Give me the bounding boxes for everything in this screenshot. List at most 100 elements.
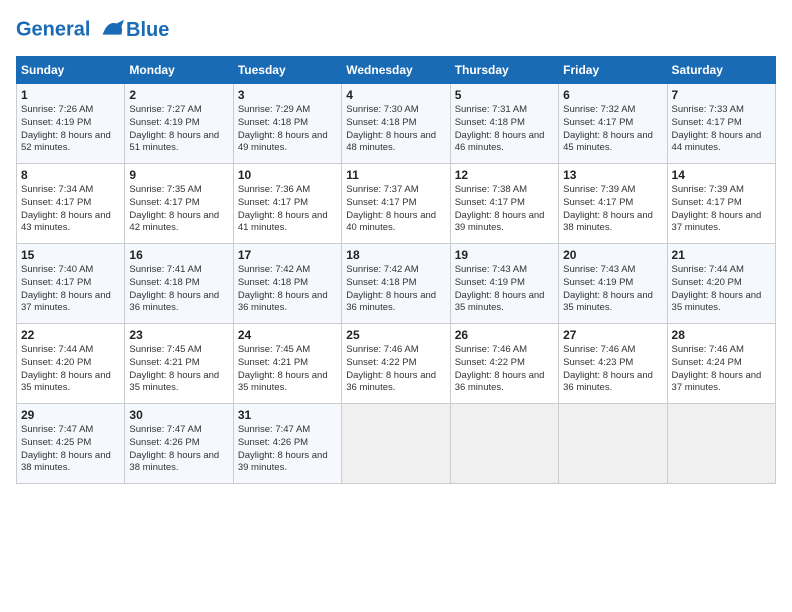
calendar-cell xyxy=(559,404,667,484)
day-number: 4 xyxy=(346,88,445,102)
day-info: Sunrise: 7:43 AMSunset: 4:19 PMDaylight:… xyxy=(455,264,554,315)
day-number: 23 xyxy=(129,328,228,342)
day-info: Sunrise: 7:42 AMSunset: 4:18 PMDaylight:… xyxy=(346,264,445,315)
day-number: 24 xyxy=(238,328,337,342)
weekday-header-monday: Monday xyxy=(125,57,233,84)
calendar-cell: 20 Sunrise: 7:43 AMSunset: 4:19 PMDaylig… xyxy=(559,244,667,324)
day-number: 30 xyxy=(129,408,228,422)
day-number: 29 xyxy=(21,408,120,422)
weekday-header-friday: Friday xyxy=(559,57,667,84)
day-number: 3 xyxy=(238,88,337,102)
weekday-header-tuesday: Tuesday xyxy=(233,57,341,84)
day-number: 7 xyxy=(672,88,771,102)
calendar-cell: 26 Sunrise: 7:46 AMSunset: 4:22 PMDaylig… xyxy=(450,324,558,404)
calendar-cell: 21 Sunrise: 7:44 AMSunset: 4:20 PMDaylig… xyxy=(667,244,775,324)
calendar-cell: 11 Sunrise: 7:37 AMSunset: 4:17 PMDaylig… xyxy=(342,164,450,244)
calendar-cell: 27 Sunrise: 7:46 AMSunset: 4:23 PMDaylig… xyxy=(559,324,667,404)
calendar-week-4: 22 Sunrise: 7:44 AMSunset: 4:20 PMDaylig… xyxy=(17,324,776,404)
calendar-cell: 19 Sunrise: 7:43 AMSunset: 4:19 PMDaylig… xyxy=(450,244,558,324)
day-info: Sunrise: 7:38 AMSunset: 4:17 PMDaylight:… xyxy=(455,184,554,235)
logo-icon xyxy=(98,16,126,44)
calendar-week-2: 8 Sunrise: 7:34 AMSunset: 4:17 PMDayligh… xyxy=(17,164,776,244)
day-number: 16 xyxy=(129,248,228,262)
weekday-header-thursday: Thursday xyxy=(450,57,558,84)
day-number: 25 xyxy=(346,328,445,342)
day-number: 2 xyxy=(129,88,228,102)
day-number: 8 xyxy=(21,168,120,182)
calendar-week-3: 15 Sunrise: 7:40 AMSunset: 4:17 PMDaylig… xyxy=(17,244,776,324)
calendar-cell: 17 Sunrise: 7:42 AMSunset: 4:18 PMDaylig… xyxy=(233,244,341,324)
day-info: Sunrise: 7:46 AMSunset: 4:22 PMDaylight:… xyxy=(346,344,445,395)
day-info: Sunrise: 7:46 AMSunset: 4:24 PMDaylight:… xyxy=(672,344,771,395)
day-number: 19 xyxy=(455,248,554,262)
day-info: Sunrise: 7:29 AMSunset: 4:18 PMDaylight:… xyxy=(238,104,337,155)
day-info: Sunrise: 7:42 AMSunset: 4:18 PMDaylight:… xyxy=(238,264,337,315)
calendar-week-1: 1 Sunrise: 7:26 AMSunset: 4:19 PMDayligh… xyxy=(17,84,776,164)
calendar-cell: 12 Sunrise: 7:38 AMSunset: 4:17 PMDaylig… xyxy=(450,164,558,244)
day-info: Sunrise: 7:27 AMSunset: 4:19 PMDaylight:… xyxy=(129,104,228,155)
day-number: 15 xyxy=(21,248,120,262)
day-number: 22 xyxy=(21,328,120,342)
day-info: Sunrise: 7:37 AMSunset: 4:17 PMDaylight:… xyxy=(346,184,445,235)
day-number: 21 xyxy=(672,248,771,262)
day-info: Sunrise: 7:44 AMSunset: 4:20 PMDaylight:… xyxy=(672,264,771,315)
calendar-table: SundayMondayTuesdayWednesdayThursdayFrid… xyxy=(16,56,776,484)
calendar-cell: 22 Sunrise: 7:44 AMSunset: 4:20 PMDaylig… xyxy=(17,324,125,404)
calendar-cell: 5 Sunrise: 7:31 AMSunset: 4:18 PMDayligh… xyxy=(450,84,558,164)
calendar-cell: 8 Sunrise: 7:34 AMSunset: 4:17 PMDayligh… xyxy=(17,164,125,244)
day-number: 20 xyxy=(563,248,662,262)
day-info: Sunrise: 7:26 AMSunset: 4:19 PMDaylight:… xyxy=(21,104,120,155)
day-info: Sunrise: 7:47 AMSunset: 4:26 PMDaylight:… xyxy=(129,424,228,475)
calendar-cell: 25 Sunrise: 7:46 AMSunset: 4:22 PMDaylig… xyxy=(342,324,450,404)
day-number: 1 xyxy=(21,88,120,102)
day-number: 13 xyxy=(563,168,662,182)
day-info: Sunrise: 7:35 AMSunset: 4:17 PMDaylight:… xyxy=(129,184,228,235)
day-number: 14 xyxy=(672,168,771,182)
day-info: Sunrise: 7:39 AMSunset: 4:17 PMDaylight:… xyxy=(563,184,662,235)
day-number: 27 xyxy=(563,328,662,342)
calendar-cell: 9 Sunrise: 7:35 AMSunset: 4:17 PMDayligh… xyxy=(125,164,233,244)
calendar-cell: 28 Sunrise: 7:46 AMSunset: 4:24 PMDaylig… xyxy=(667,324,775,404)
calendar-cell: 6 Sunrise: 7:32 AMSunset: 4:17 PMDayligh… xyxy=(559,84,667,164)
day-info: Sunrise: 7:32 AMSunset: 4:17 PMDaylight:… xyxy=(563,104,662,155)
day-info: Sunrise: 7:43 AMSunset: 4:19 PMDaylight:… xyxy=(563,264,662,315)
day-info: Sunrise: 7:34 AMSunset: 4:17 PMDaylight:… xyxy=(21,184,120,235)
day-info: Sunrise: 7:46 AMSunset: 4:22 PMDaylight:… xyxy=(455,344,554,395)
calendar-cell: 18 Sunrise: 7:42 AMSunset: 4:18 PMDaylig… xyxy=(342,244,450,324)
calendar-cell: 2 Sunrise: 7:27 AMSunset: 4:19 PMDayligh… xyxy=(125,84,233,164)
day-info: Sunrise: 7:41 AMSunset: 4:18 PMDaylight:… xyxy=(129,264,228,315)
day-number: 18 xyxy=(346,248,445,262)
day-info: Sunrise: 7:39 AMSunset: 4:17 PMDaylight:… xyxy=(672,184,771,235)
calendar-cell: 31 Sunrise: 7:47 AMSunset: 4:26 PMDaylig… xyxy=(233,404,341,484)
day-info: Sunrise: 7:44 AMSunset: 4:20 PMDaylight:… xyxy=(21,344,120,395)
logo: General Blue xyxy=(16,16,169,44)
day-number: 6 xyxy=(563,88,662,102)
day-info: Sunrise: 7:36 AMSunset: 4:17 PMDaylight:… xyxy=(238,184,337,235)
calendar-cell: 3 Sunrise: 7:29 AMSunset: 4:18 PMDayligh… xyxy=(233,84,341,164)
logo-general: General xyxy=(16,18,90,40)
day-info: Sunrise: 7:46 AMSunset: 4:23 PMDaylight:… xyxy=(563,344,662,395)
logo-blue: Blue xyxy=(126,19,169,41)
weekday-header-sunday: Sunday xyxy=(17,57,125,84)
calendar-cell xyxy=(342,404,450,484)
calendar-cell: 24 Sunrise: 7:45 AMSunset: 4:21 PMDaylig… xyxy=(233,324,341,404)
day-info: Sunrise: 7:47 AMSunset: 4:26 PMDaylight:… xyxy=(238,424,337,475)
day-info: Sunrise: 7:30 AMSunset: 4:18 PMDaylight:… xyxy=(346,104,445,155)
calendar-week-5: 29 Sunrise: 7:47 AMSunset: 4:25 PMDaylig… xyxy=(17,404,776,484)
calendar-cell: 29 Sunrise: 7:47 AMSunset: 4:25 PMDaylig… xyxy=(17,404,125,484)
day-number: 10 xyxy=(238,168,337,182)
calendar-cell: 10 Sunrise: 7:36 AMSunset: 4:17 PMDaylig… xyxy=(233,164,341,244)
day-info: Sunrise: 7:31 AMSunset: 4:18 PMDaylight:… xyxy=(455,104,554,155)
calendar-cell: 1 Sunrise: 7:26 AMSunset: 4:19 PMDayligh… xyxy=(17,84,125,164)
weekday-header-wednesday: Wednesday xyxy=(342,57,450,84)
day-info: Sunrise: 7:33 AMSunset: 4:17 PMDaylight:… xyxy=(672,104,771,155)
calendar-cell: 16 Sunrise: 7:41 AMSunset: 4:18 PMDaylig… xyxy=(125,244,233,324)
calendar-cell: 23 Sunrise: 7:45 AMSunset: 4:21 PMDaylig… xyxy=(125,324,233,404)
day-number: 12 xyxy=(455,168,554,182)
day-number: 28 xyxy=(672,328,771,342)
day-info: Sunrise: 7:45 AMSunset: 4:21 PMDaylight:… xyxy=(129,344,228,395)
calendar-header-row: SundayMondayTuesdayWednesdayThursdayFrid… xyxy=(17,57,776,84)
calendar-cell: 15 Sunrise: 7:40 AMSunset: 4:17 PMDaylig… xyxy=(17,244,125,324)
day-info: Sunrise: 7:45 AMSunset: 4:21 PMDaylight:… xyxy=(238,344,337,395)
day-number: 17 xyxy=(238,248,337,262)
